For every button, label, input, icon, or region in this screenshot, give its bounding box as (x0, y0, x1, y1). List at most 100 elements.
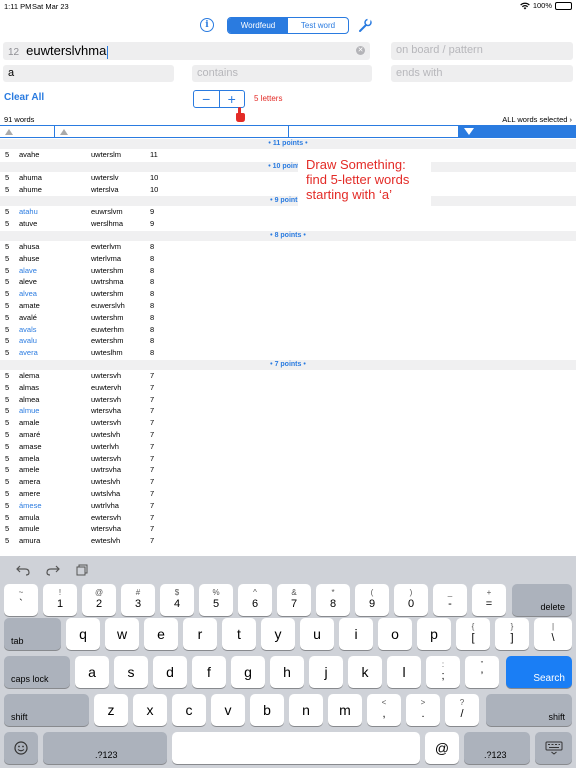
key-l[interactable]: l (387, 656, 421, 688)
key[interactable]: ~ ` (4, 584, 38, 616)
word-row[interactable]: 5 ahume wterslva 10 (0, 184, 576, 196)
key-y[interactable]: y (261, 618, 295, 650)
key-b[interactable]: b (250, 694, 284, 726)
wrench-icon[interactable] (358, 17, 372, 33)
word-row[interactable]: 5 amura ewteslvh 7 (0, 535, 576, 547)
word-row[interactable]: 5 amaré uwteslvh 7 (0, 429, 576, 441)
word-row[interactable]: 5 amera uwteslvh 7 (0, 476, 576, 488)
key-g[interactable]: g (231, 656, 265, 688)
word-row[interactable]: 5 almas euwtervh 7 (0, 382, 576, 394)
word-row[interactable]: 5 ahuma uwterslv 10 (0, 172, 576, 184)
emoji-key[interactable] (4, 732, 38, 764)
dismiss-keyboard-key[interactable] (535, 732, 572, 764)
word-row[interactable]: 5 amase uwterlvh 7 (0, 441, 576, 453)
undo-icon[interactable] (16, 564, 30, 576)
key[interactable]: + = (472, 584, 506, 616)
word-row[interactable]: 5 amale uwtersvh 7 (0, 417, 576, 429)
word-list[interactable]: • 11 points • 5 avahe uwterslm 11 • 10 p… (0, 138, 576, 556)
key[interactable]: ! 1 (43, 584, 77, 616)
key-e[interactable]: e (144, 618, 178, 650)
redo-icon[interactable] (46, 564, 60, 576)
key[interactable]: $4 (160, 584, 194, 616)
key-u[interactable]: u (300, 618, 334, 650)
board-pattern-input[interactable]: on board / pattern (391, 42, 573, 60)
letters-input[interactable]: 12 euwterslvhma ✕ (3, 42, 370, 60)
tab-wordfeud[interactable]: Wordfeud (228, 18, 288, 33)
key-a[interactable]: a (75, 656, 109, 688)
tab-test-word[interactable]: Test word (288, 18, 348, 33)
at-key[interactable]: @ (425, 732, 459, 764)
key-quote[interactable]: ”’ (465, 656, 499, 688)
key[interactable]: @2 (82, 584, 116, 616)
key[interactable]: #3 (121, 584, 155, 616)
key-m[interactable]: m (328, 694, 362, 726)
word-row[interactable]: 5 atuve werslhma 9 (0, 218, 576, 230)
clear-all-button[interactable]: Clear All (4, 92, 44, 103)
word-row[interactable]: 5 aleve uwtrshma 8 (0, 276, 576, 288)
key-j[interactable]: j (309, 656, 343, 688)
clear-input-icon[interactable]: ✕ (356, 46, 365, 55)
key-r[interactable]: r (183, 618, 217, 650)
space-key[interactable] (172, 732, 420, 764)
word-row[interactable]: 5 ahusa ewterlvm 8 (0, 241, 576, 253)
key-t[interactable]: t (222, 618, 256, 650)
key-bracket-left[interactable]: {[ (456, 618, 490, 650)
caps-lock-key[interactable]: caps lock (4, 656, 70, 688)
word-row[interactable]: 5 amula ewtersvh 7 (0, 512, 576, 524)
sort-column-rack[interactable] (289, 126, 459, 137)
contains-input[interactable]: contains (192, 65, 372, 82)
word-row[interactable]: 5 ahuse wterlvma 8 (0, 253, 576, 265)
word-row[interactable]: 5 avals euwterhm 8 (0, 324, 576, 336)
increment-button[interactable]: + (218, 91, 245, 107)
numbers-key-left[interactable]: .?123 (43, 732, 167, 764)
word-row[interactable]: 5 alema uwtersvh 7 (0, 370, 576, 382)
decrement-button[interactable]: − (194, 91, 219, 107)
key[interactable]: % 5 (199, 584, 233, 616)
key-period[interactable]: >. (406, 694, 440, 726)
info-icon[interactable]: i (200, 18, 214, 32)
key-slash[interactable]: ? / (445, 694, 479, 726)
word-row[interactable]: 5 amela uwtersvh 7 (0, 453, 576, 465)
key-comma[interactable]: <, (367, 694, 401, 726)
word-row[interactable]: 5 amere uwtslvha 7 (0, 488, 576, 500)
key-c[interactable]: c (172, 694, 206, 726)
word-row[interactable]: 5 avalu ewtershm 8 (0, 335, 576, 347)
ends-with-input[interactable]: ends with (391, 65, 573, 82)
word-row[interactable]: 5 ámese uwtrlvha 7 (0, 500, 576, 512)
word-row[interactable]: 5 amate euwerslvh 8 (0, 300, 576, 312)
key-v[interactable]: v (211, 694, 245, 726)
key-d[interactable]: d (153, 656, 187, 688)
key[interactable]: * 8 (316, 584, 350, 616)
word-row[interactable]: 5 atahu euwrslvm 9 (0, 206, 576, 218)
word-row[interactable]: 5 almea uwtersvh 7 (0, 394, 576, 406)
word-row[interactable]: 5 avera uwteslhm 8 (0, 347, 576, 359)
key-z[interactable]: z (94, 694, 128, 726)
word-row[interactable]: 5 avalé uwtershm 8 (0, 312, 576, 324)
key-semicolon[interactable]: :; (426, 656, 460, 688)
word-row[interactable]: 5 amule wtersvha 7 (0, 523, 576, 535)
delete-key[interactable]: delete (512, 584, 572, 616)
key-i[interactable]: i (339, 618, 373, 650)
key[interactable]: _ - (433, 584, 467, 616)
search-key[interactable]: Search (506, 656, 572, 688)
paste-icon[interactable] (76, 564, 88, 576)
numbers-key-right[interactable]: .?123 (464, 732, 530, 764)
word-row[interactable]: 5 alvea uwtershm 8 (0, 288, 576, 300)
word-filter-button[interactable]: ALL words selected › (502, 115, 572, 124)
shift-left-key[interactable]: shift (4, 694, 89, 726)
key[interactable]: & 7 (277, 584, 311, 616)
word-row[interactable]: 5 amele uwtrsvha 7 (0, 464, 576, 476)
key-backslash[interactable]: | \ (534, 618, 572, 650)
key[interactable]: ) 0 (394, 584, 428, 616)
key-q[interactable]: q (66, 618, 100, 650)
key[interactable]: (9 (355, 584, 389, 616)
word-row[interactable]: 5 almue wtersvha 7 (0, 405, 576, 417)
key-x[interactable]: x (133, 694, 167, 726)
word-length-stepper[interactable]: − + (193, 90, 245, 108)
key-p[interactable]: p (417, 618, 451, 650)
key-f[interactable]: f (192, 656, 226, 688)
key-s[interactable]: s (114, 656, 148, 688)
sort-column-word[interactable] (55, 126, 289, 137)
sort-column-points[interactable] (459, 126, 576, 137)
key-o[interactable]: o (378, 618, 412, 650)
